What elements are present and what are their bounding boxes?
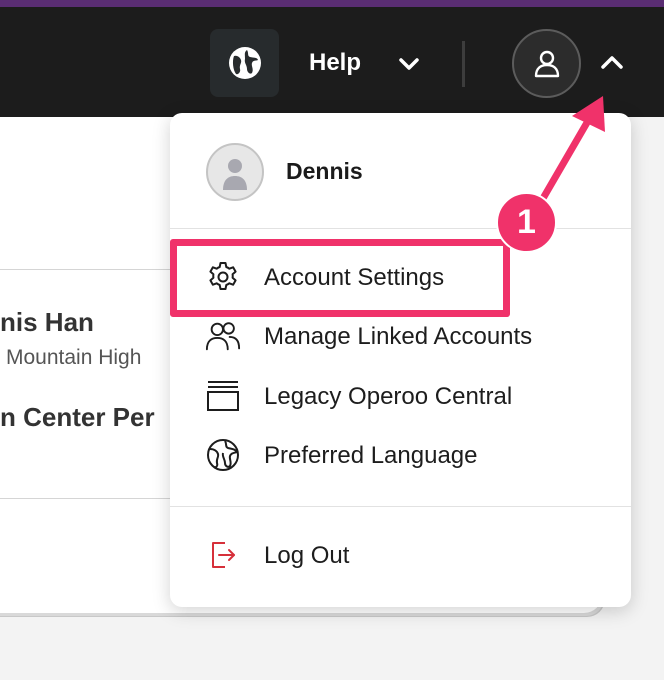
step-number-badge: 1 [496,192,557,253]
dropdown-username: Dennis [286,158,363,184]
users-icon [205,322,241,351]
manage-linked-accounts-label: Manage Linked Accounts [264,323,533,350]
help-menu-label[interactable]: Help [309,49,361,77]
header-divider [462,41,465,87]
top-navigation-bar: Help [0,7,664,117]
background-center-name: n Center Per [0,402,155,432]
background-school-name: Mountain High [6,346,142,369]
user-icon [534,50,559,77]
legacy-operoo-central-menu-item[interactable]: Legacy Operoo Central [170,370,631,422]
preferred-language-menu-item[interactable]: Preferred Language [170,429,631,481]
dropdown-divider [170,506,631,507]
legacy-operoo-central-label: Legacy Operoo Central [264,383,513,410]
background-student-name: nis Han [0,307,94,337]
globe-icon [207,439,239,471]
chevron-up-icon[interactable] [598,51,626,75]
dropdown-divider [170,228,631,229]
user-avatar-button[interactable] [512,29,581,98]
chevron-down-icon[interactable] [396,53,422,75]
logout-icon [212,542,235,568]
language-globe-button[interactable] [210,29,279,97]
account-settings-highlight [170,239,510,317]
manage-linked-accounts-menu-item[interactable]: Manage Linked Accounts [170,310,631,362]
top-accent-strip [0,0,664,7]
background-divider [0,498,190,499]
account-dropdown-menu: Dennis Account Settings Manage Linked Ac… [170,113,631,607]
background-divider [0,269,190,270]
user-silhouette-icon [223,159,247,190]
log-out-menu-item[interactable]: Log Out [170,529,631,581]
globe-icon [228,47,261,79]
legacy-window-icon [207,381,239,411]
log-out-label: Log Out [264,542,350,569]
preferred-language-label: Preferred Language [264,442,478,469]
avatar [206,143,264,201]
